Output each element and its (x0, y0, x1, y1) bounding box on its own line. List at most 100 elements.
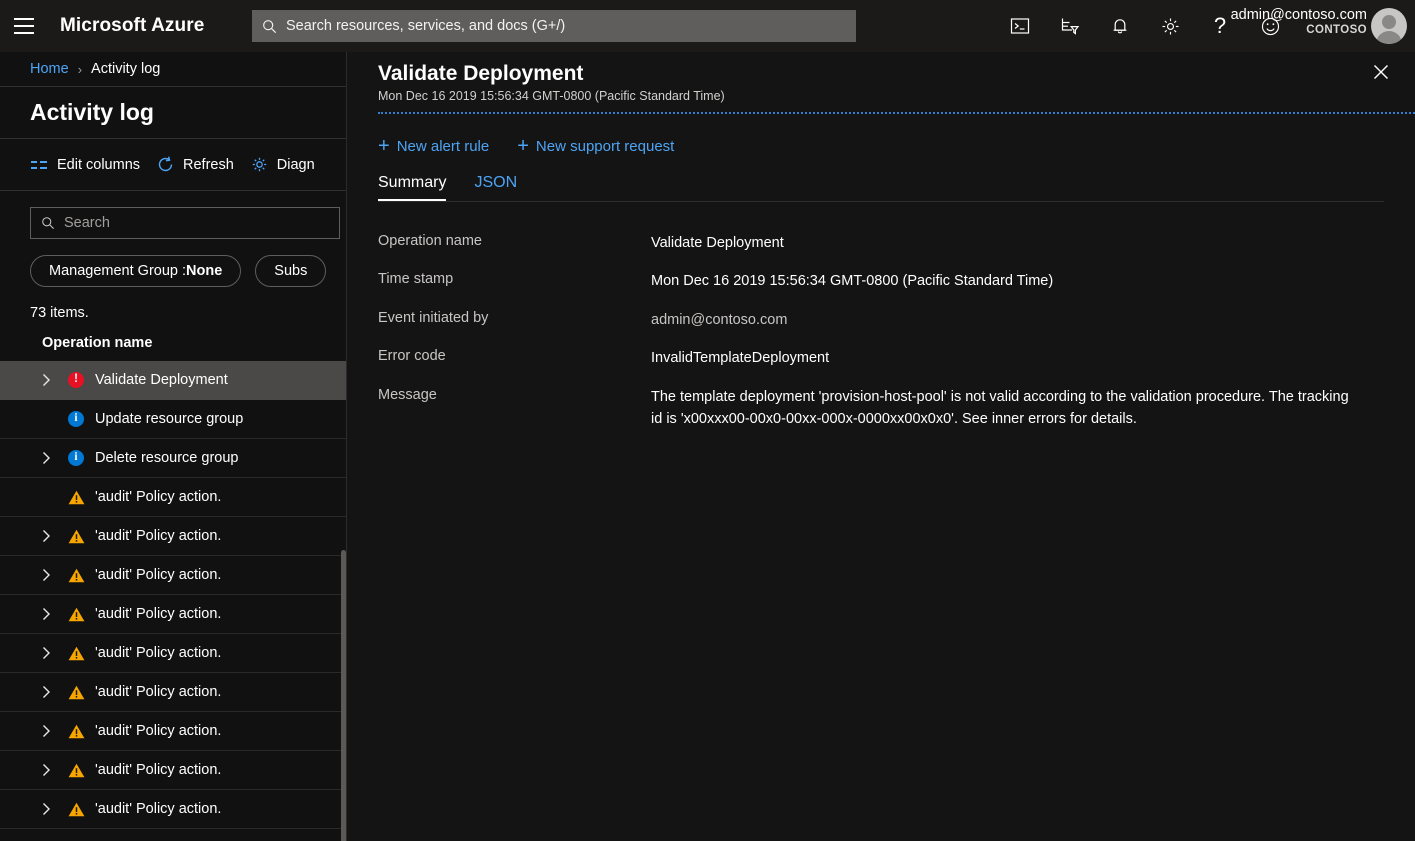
gear-icon (250, 155, 269, 174)
plus-icon: + (378, 136, 390, 156)
blade-title: Validate Deployment (378, 62, 1415, 86)
edit-columns-button[interactable]: Edit columns (30, 157, 156, 173)
tab-summary-label: Summary (378, 174, 446, 191)
event-detail-blade: Validate Deployment Mon Dec 16 2019 15:5… (346, 52, 1415, 841)
filter-management-group[interactable]: Management Group : None (30, 255, 241, 287)
summary-field-value: The template deployment 'provision-host-… (651, 386, 1361, 431)
blade-subtitle: Mon Dec 16 2019 15:56:34 GMT-0800 (Pacif… (378, 89, 1415, 103)
summary-field-value: admin@contoso.com (651, 309, 787, 331)
directories-filter-icon[interactable] (1045, 0, 1095, 52)
global-search-input[interactable]: Search resources, services, and docs (G+… (252, 10, 856, 42)
info-icon: i (68, 450, 95, 466)
new-alert-rule-label: New alert rule (397, 138, 490, 155)
avatar-head (1382, 15, 1396, 29)
chevron-right-icon[interactable] (42, 607, 68, 621)
operation-list: !Validate DeploymentiUpdate resource gro… (0, 361, 346, 829)
summary-field: Time stampMon Dec 16 2019 15:56:34 GMT-0… (378, 270, 1415, 292)
chevron-right-icon[interactable] (42, 724, 68, 738)
notifications-bell-icon[interactable] (1095, 0, 1145, 52)
summary-field-value: Validate Deployment (651, 232, 784, 254)
page-title: Activity log (30, 99, 154, 126)
chevron-right-icon[interactable] (42, 685, 68, 699)
operation-row[interactable]: 'audit' Policy action. (0, 595, 346, 634)
refresh-button[interactable]: Refresh (156, 155, 250, 174)
operation-row[interactable]: 'audit' Policy action. (0, 556, 346, 595)
operation-row[interactable]: 'audit' Policy action. (0, 517, 346, 556)
warning-icon (68, 646, 95, 661)
azure-portal: Microsoft Azure Search resources, servic… (0, 0, 1415, 841)
column-header-operation-name: Operation name (42, 335, 346, 351)
command-bar: Edit columns Refresh (0, 139, 346, 191)
chevron-right-icon[interactable] (42, 568, 68, 582)
filter-pill-group: Management Group : None Subs (30, 255, 346, 287)
search-input[interactable]: Search (30, 207, 340, 239)
warning-icon (68, 568, 95, 583)
filter-subscription[interactable]: Subs (255, 255, 326, 287)
blade-command-bar: + New alert rule + New support request (347, 114, 1415, 156)
blade-header: Validate Deployment Mon Dec 16 2019 15:5… (347, 52, 1415, 114)
summary-field-key: Event initiated by (378, 309, 651, 331)
chevron-right-icon[interactable] (42, 763, 68, 777)
cloud-shell-icon[interactable] (995, 0, 1045, 52)
filter-management-group-value: None (186, 263, 222, 279)
operation-row[interactable]: 'audit' Policy action. (0, 751, 346, 790)
search-placeholder: Search (64, 215, 110, 231)
summary-field: Error codeInvalidTemplateDeployment (378, 347, 1415, 369)
account-org: CONTOSO (1231, 24, 1367, 37)
columns-icon (30, 158, 49, 172)
operation-row-label: 'audit' Policy action. (95, 528, 221, 544)
summary-field-key: Message (378, 386, 651, 431)
operation-row[interactable]: 'audit' Policy action. (0, 712, 346, 751)
chevron-right-icon[interactable] (42, 646, 68, 660)
chevron-right-icon[interactable] (42, 373, 68, 387)
hamburger-icon[interactable] (0, 0, 48, 52)
chevron-right-icon[interactable] (42, 451, 68, 465)
operation-row-label: 'audit' Policy action. (95, 684, 221, 700)
tab-json[interactable]: JSON (460, 174, 531, 201)
operation-row-label: Update resource group (95, 411, 243, 427)
operation-row[interactable]: 'audit' Policy action. (0, 634, 346, 673)
page-title-row: Activity log (0, 87, 346, 139)
operation-row[interactable]: !Validate Deployment (0, 361, 346, 400)
account-info[interactable]: admin@contoso.com CONTOSO (1231, 7, 1367, 37)
settings-gear-icon[interactable] (1145, 0, 1195, 52)
filter-management-group-label: Management Group : (49, 263, 186, 279)
breadcrumb-home[interactable]: Home (30, 61, 69, 77)
tab-summary[interactable]: Summary (378, 174, 460, 201)
operation-row-label: Delete resource group (95, 450, 238, 466)
diagnostics-button[interactable]: Diagn (250, 155, 331, 174)
operation-row[interactable]: 'audit' Policy action. (0, 478, 346, 517)
operation-row[interactable]: iDelete resource group (0, 439, 346, 478)
chevron-right-icon[interactable] (42, 802, 68, 816)
chevron-right-icon[interactable] (42, 529, 68, 543)
search-icon (41, 216, 55, 230)
operation-row-label: 'audit' Policy action. (95, 489, 221, 505)
operation-row[interactable]: 'audit' Policy action. (0, 790, 346, 829)
tab-json-label: JSON (474, 174, 517, 191)
warning-icon (68, 529, 95, 544)
info-icon: i (68, 411, 95, 427)
breadcrumb: Home › Activity log (0, 52, 346, 87)
operation-row[interactable]: 'audit' Policy action. (0, 673, 346, 712)
summary-field-value: Mon Dec 16 2019 15:56:34 GMT-0800 (Pacif… (651, 270, 1053, 292)
new-support-request-label: New support request (536, 138, 674, 155)
summary-field-key: Error code (378, 347, 651, 369)
avatar[interactable] (1371, 8, 1407, 44)
operation-row-label: 'audit' Policy action. (95, 801, 221, 817)
new-alert-rule-button[interactable]: + New alert rule (378, 136, 489, 156)
blade-tabs: Summary JSON (347, 156, 1415, 201)
breadcrumb-current: Activity log (91, 61, 160, 77)
close-icon[interactable] (1365, 56, 1397, 88)
filter-subscription-label: Subs (274, 263, 307, 279)
search-icon (262, 19, 277, 34)
warning-icon (68, 685, 95, 700)
operation-row-label: 'audit' Policy action. (95, 762, 221, 778)
diagnostics-label: Diagn (277, 157, 315, 173)
operation-row[interactable]: iUpdate resource group (0, 400, 346, 439)
refresh-label: Refresh (183, 157, 234, 173)
breadcrumb-separator: › (78, 62, 82, 77)
warning-icon (68, 802, 95, 817)
warning-icon (68, 724, 95, 739)
new-support-request-button[interactable]: + New support request (517, 136, 674, 156)
operation-row-label: 'audit' Policy action. (95, 567, 221, 583)
